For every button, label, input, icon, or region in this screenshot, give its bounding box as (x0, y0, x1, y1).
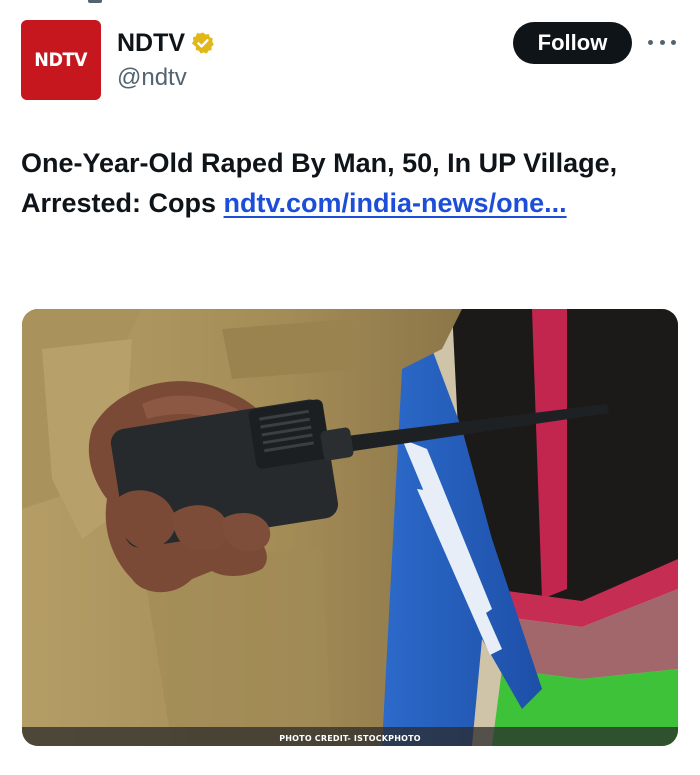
ndtv-logo: NDTV (34, 49, 88, 71)
account-handle[interactable]: @ndtv (117, 61, 215, 95)
more-dot (648, 39, 653, 45)
follow-button[interactable]: Follow (513, 22, 632, 64)
more-dot (659, 39, 665, 45)
avatar[interactable]: NDTV (21, 20, 101, 100)
display-name-row: NDTV (117, 27, 215, 59)
account-info: NDTV @ndtv (117, 27, 215, 95)
tweet-text: One-Year-Old Raped By Man, 50, In UP Vil… (21, 143, 661, 223)
tweet-media-image[interactable]: PHOTO CREDIT- ISTOCKPHOTO (22, 309, 678, 746)
display-name[interactable]: NDTV (117, 27, 185, 59)
photo-credit: PHOTO CREDIT- ISTOCKPHOTO (279, 734, 421, 743)
more-options-icon[interactable] (648, 30, 676, 54)
verified-badge-icon (191, 31, 215, 55)
tweet-link[interactable]: ndtv.com/india-news/one... (224, 188, 567, 218)
top-scroll-indicator (88, 0, 102, 3)
more-dot (671, 39, 676, 45)
photo-illustration (22, 309, 678, 746)
